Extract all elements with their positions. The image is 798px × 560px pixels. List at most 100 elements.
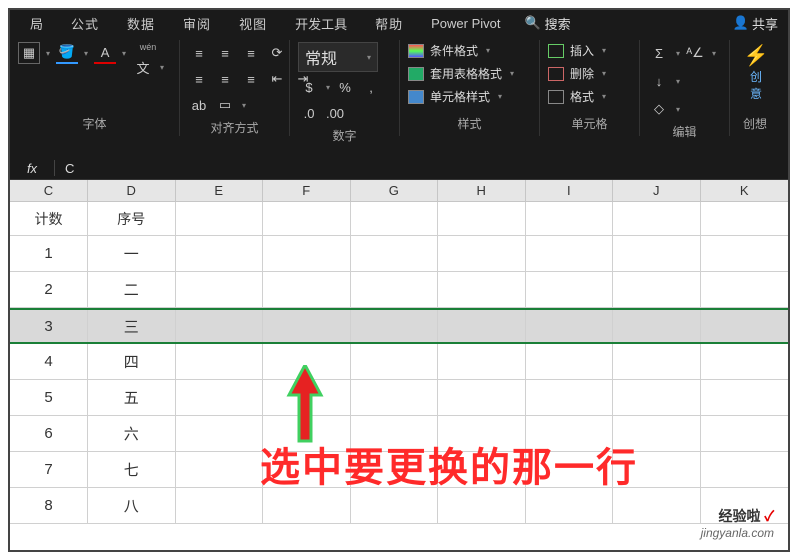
cell[interactable] <box>526 236 614 271</box>
autosum-button[interactable]: Σ <box>648 42 670 64</box>
cell[interactable] <box>176 202 264 235</box>
col-header-g[interactable]: G <box>351 180 439 201</box>
cell-style-button[interactable]: 单元格样式 ▾ <box>408 88 531 105</box>
tab-data[interactable]: 数据 <box>113 10 169 37</box>
cell[interactable] <box>351 272 439 307</box>
indent-dec-button[interactable]: ⇤ <box>266 68 288 90</box>
cell[interactable] <box>176 272 264 307</box>
cell[interactable] <box>438 202 526 235</box>
cell[interactable] <box>526 202 614 235</box>
align-top-button[interactable]: ≡ <box>188 42 210 64</box>
cell[interactable] <box>526 272 614 307</box>
currency-drop-icon[interactable]: ▾ <box>326 83 330 92</box>
phonetic-drop-icon[interactable]: ▾ <box>160 63 164 72</box>
font-color-drop-icon[interactable]: ▾ <box>122 49 126 58</box>
fill-color-drop-icon[interactable]: ▾ <box>84 49 88 58</box>
cell[interactable] <box>613 488 701 523</box>
cell[interactable] <box>263 488 351 523</box>
cell[interactable]: 1 <box>10 236 88 271</box>
col-header-f[interactable]: F <box>263 180 351 201</box>
cell[interactable]: 四 <box>88 344 176 379</box>
cell[interactable] <box>263 272 351 307</box>
phonetic-button[interactable]: 文 <box>132 56 154 78</box>
number-format-select[interactable]: 常规 <box>305 45 337 69</box>
cell[interactable] <box>351 202 439 235</box>
border-drop-icon[interactable]: ▾ <box>46 49 50 58</box>
tab-layout[interactable]: 局 <box>16 10 57 37</box>
cell[interactable] <box>701 236 788 271</box>
insert-drop-icon[interactable]: ▾ <box>602 46 606 55</box>
number-format-drop-icon[interactable]: ▾ <box>367 53 371 62</box>
cell[interactable] <box>351 488 439 523</box>
cell[interactable]: 六 <box>88 416 176 451</box>
insert-button[interactable]: 插入 ▾ <box>548 42 631 59</box>
cell[interactable] <box>701 272 788 307</box>
tab-powerpivot[interactable]: Power Pivot <box>417 12 514 35</box>
col-header-k[interactable]: K <box>701 180 788 201</box>
fill-button[interactable]: ↓ <box>648 70 670 92</box>
cell[interactable]: 计数 <box>10 202 88 235</box>
search-box[interactable]: 🔍 搜索 <box>514 14 580 33</box>
cell[interactable] <box>701 452 788 487</box>
cell[interactable]: 8 <box>10 488 88 523</box>
cell[interactable] <box>526 380 614 415</box>
fill-color-button[interactable]: 🪣 <box>56 42 78 64</box>
cell[interactable] <box>438 310 526 342</box>
cell[interactable] <box>263 310 351 342</box>
fx-icon[interactable]: fx <box>10 161 54 176</box>
cell[interactable]: 二 <box>88 272 176 307</box>
table-row[interactable]: 5 五 <box>10 380 788 416</box>
font-color-button[interactable]: A <box>94 42 116 64</box>
col-header-j[interactable]: J <box>613 180 701 201</box>
cell[interactable]: 5 <box>10 380 88 415</box>
table-row[interactable]: 4 四 <box>10 344 788 380</box>
table-row-selected[interactable]: 3 三 <box>10 308 788 344</box>
tab-devtools[interactable]: 开发工具 <box>281 10 361 37</box>
cell[interactable] <box>176 310 264 342</box>
cell[interactable] <box>438 236 526 271</box>
cell[interactable] <box>438 380 526 415</box>
col-header-c[interactable]: C <box>10 180 88 201</box>
delete-button[interactable]: 删除 ▾ <box>548 65 631 82</box>
table-row[interactable]: 8 八 <box>10 488 788 524</box>
border-button[interactable]: ▦ <box>18 42 40 64</box>
tab-help[interactable]: 帮助 <box>361 10 417 37</box>
cell[interactable] <box>613 310 701 342</box>
cell[interactable] <box>613 344 701 379</box>
cell[interactable] <box>438 344 526 379</box>
cell[interactable] <box>613 380 701 415</box>
cell-style-drop-icon[interactable]: ▾ <box>498 92 502 101</box>
cell[interactable] <box>263 236 351 271</box>
merge-button[interactable]: ▭ <box>214 94 236 116</box>
cell[interactable]: 一 <box>88 236 176 271</box>
align-center-button[interactable]: ≡ <box>214 68 236 90</box>
cond-format-drop-icon[interactable]: ▾ <box>486 46 490 55</box>
cell[interactable] <box>176 344 264 379</box>
cell[interactable] <box>701 202 788 235</box>
table-format-drop-icon[interactable]: ▾ <box>510 69 514 78</box>
align-middle-button[interactable]: ≡ <box>214 42 236 64</box>
tab-review[interactable]: 审阅 <box>169 10 225 37</box>
cell[interactable] <box>351 344 439 379</box>
format-drop-icon[interactable]: ▾ <box>602 92 606 101</box>
cell[interactable] <box>613 202 701 235</box>
cell[interactable] <box>176 380 264 415</box>
fill-drop-icon[interactable]: ▾ <box>676 77 680 86</box>
clear-button[interactable]: ◇ <box>648 98 670 120</box>
cell[interactable] <box>263 202 351 235</box>
cell[interactable]: 6 <box>10 416 88 451</box>
conditional-format-button[interactable]: 条件格式 ▾ <box>408 42 531 59</box>
wrap-button[interactable]: ab <box>188 94 210 116</box>
cell[interactable] <box>176 236 264 271</box>
decimal-inc-button[interactable]: .0 <box>298 102 320 124</box>
cell[interactable] <box>701 310 788 342</box>
cell[interactable]: 2 <box>10 272 88 307</box>
cell[interactable] <box>351 310 439 342</box>
tab-view[interactable]: 视图 <box>225 10 281 37</box>
cell[interactable] <box>613 272 701 307</box>
format-button[interactable]: 格式 ▾ <box>548 88 631 105</box>
table-format-button[interactable]: 套用表格格式 ▾ <box>408 65 531 82</box>
cell[interactable] <box>526 310 614 342</box>
cell[interactable] <box>176 452 264 487</box>
cell[interactable]: 五 <box>88 380 176 415</box>
